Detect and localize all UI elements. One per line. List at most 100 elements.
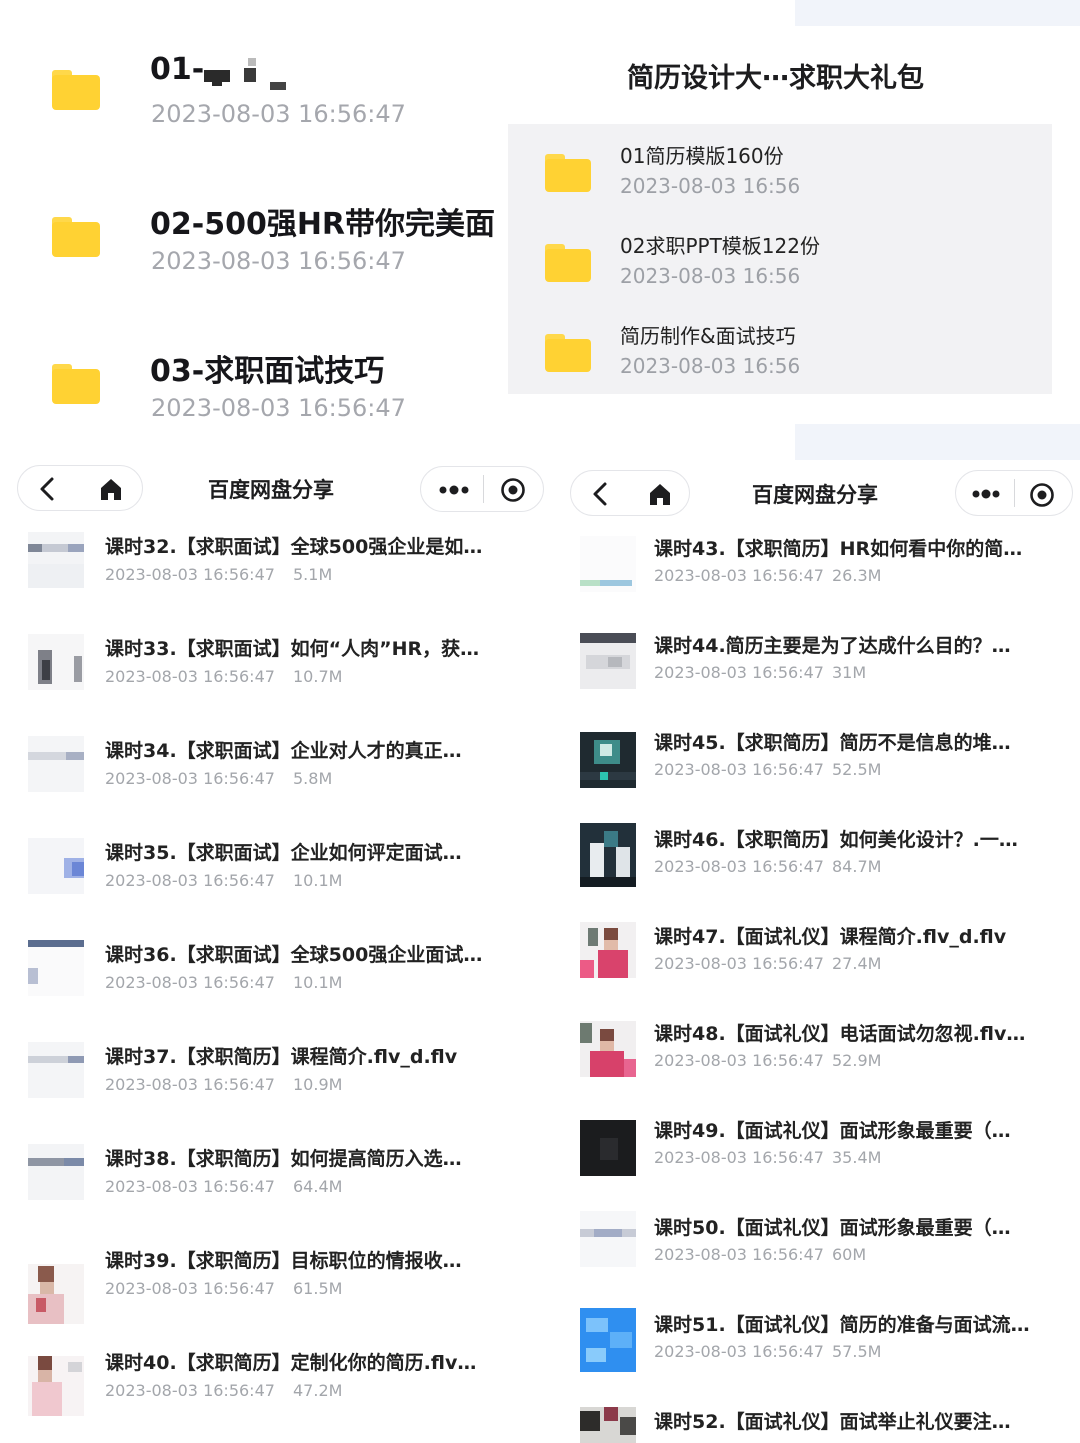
video-thumbnail (580, 633, 636, 689)
list-item[interactable]: 课时48.【面试礼仪】电话面试勿忽视.flv… 2023-08-03 16:56… (545, 1005, 1080, 1102)
file-name: 课时39.【求职简历】目标职位的情报收… (105, 1250, 462, 1272)
video-thumbnail (28, 940, 84, 996)
more-dots-icon[interactable] (970, 485, 1002, 503)
list-item[interactable]: 课时43.【求职简历】HR如何看中你的简… 2023-08-03 16:56:4… (545, 520, 1080, 617)
right-file-list: 课时43.【求职简历】HR如何看中你的简… 2023-08-03 16:56:4… (545, 520, 1080, 1443)
video-thumbnail (28, 634, 84, 690)
file-date: 2023-08-03 16:56:47 (105, 871, 275, 890)
file-date: 2023-08-03 16:56:47 (654, 663, 824, 682)
record-target-icon[interactable] (1029, 482, 1055, 508)
file-size: 52.9M (832, 1051, 882, 1070)
list-item[interactable]: 课时46.【求职简历】如何美化设计？.一… 2023-08-03 16:56:4… (545, 811, 1080, 908)
file-date: 2023-08-03 16:56:47 (654, 954, 824, 973)
list-item[interactable]: 课时44.简历主要是为了达成什么目的？… 2023-08-03 16:56:47… (545, 617, 1080, 714)
left-file-list: 课时32.【求职面试】全球500强企业是如… 2023-08-03 16:56:… (0, 520, 540, 1443)
list-item[interactable]: 课时33.【求职面试】如何“人肉”HR，获… 2023-08-03 16:56:… (0, 622, 540, 724)
list-item[interactable]: 课时52.【面试礼仪】面试举止礼仪要注… (545, 1393, 1080, 1443)
back-arrow-icon[interactable] (591, 481, 611, 507)
file-date: 2023-08-03 16:56:47 (654, 1245, 824, 1264)
file-name: 课时36.【求职面试】全球500强企业面试… (105, 944, 483, 966)
home-icon[interactable] (647, 481, 673, 507)
list-item[interactable]: 课时45.【求职简历】简历不是信息的堆… 2023-08-03 16:56:47… (545, 714, 1080, 811)
list-item[interactable]: 课时47.【面试礼仪】课程简介.flv_d.flv 2023-08-03 16:… (545, 908, 1080, 1005)
folder-name: 03-求职面试技巧 (150, 354, 385, 389)
file-size: 10.1M (293, 871, 343, 890)
folder-name: 01简历模版160份 (620, 144, 784, 168)
folder-date: 2023-08-03 16:56:47 (151, 394, 406, 422)
folder-icon (545, 334, 591, 372)
folder-icon (52, 364, 100, 404)
folder-icon (545, 154, 591, 192)
list-item[interactable]: 课时36.【求职面试】全球500强企业面试… 2023-08-03 16:56:… (0, 928, 540, 1030)
folder-date: 2023-08-03 16:56:47 (151, 100, 406, 128)
file-size: 5.1M (293, 565, 333, 584)
redacted-name-pixels (200, 58, 300, 98)
nav-title: 百度网盘分享 (208, 478, 334, 502)
video-thumbnail (28, 532, 84, 588)
video-thumbnail (580, 1120, 636, 1176)
file-date: 2023-08-03 16:56:47 (654, 857, 824, 876)
folder-row[interactable]: 03-求职面试技巧 2023-08-03 16:56:47 (0, 324, 505, 444)
file-name: 课时37.【求职简历】课程简介.flv_d.flv (105, 1046, 458, 1068)
nav-title: 百度网盘分享 (752, 483, 878, 507)
list-item[interactable]: 课时50.【面试礼仪】面试形象最重要（… 2023-08-03 16:56:47… (545, 1199, 1080, 1296)
folder-date: 2023-08-03 16:56 (620, 264, 801, 288)
video-thumbnail (28, 1264, 84, 1324)
file-date: 2023-08-03 16:56:47 (654, 1051, 824, 1070)
file-name: 课时49.【面试礼仪】面试形象最重要（… (654, 1120, 1011, 1142)
list-item[interactable]: 课时49.【面试礼仪】面试形象最重要（… 2023-08-03 16:56:47… (545, 1102, 1080, 1199)
nav-capsule-right (955, 470, 1073, 516)
list-item[interactable]: 课时34.【求职面试】企业对人才的真正… 2023-08-03 16:56:47… (0, 724, 540, 826)
video-thumbnail (28, 838, 84, 894)
file-size: 60M (832, 1245, 867, 1264)
file-date: 2023-08-03 16:56:47 (105, 1381, 275, 1400)
video-thumbnail (580, 1021, 636, 1077)
list-item[interactable]: 课时38.【求职简历】如何提高简历入选… 2023-08-03 16:56:47… (0, 1132, 540, 1234)
file-name: 课时52.【面试礼仪】面试举止礼仪要注… (654, 1411, 1011, 1433)
file-name: 课时32.【求职面试】全球500强企业是如… (105, 536, 483, 558)
list-item[interactable]: 课时40.【求职简历】定制化你的简历.flv… 2023-08-03 16:56… (0, 1336, 540, 1438)
list-item[interactable]: 课时32.【求职面试】全球500强企业是如… 2023-08-03 16:56:… (0, 520, 540, 622)
folder-date: 2023-08-03 16:56 (620, 354, 801, 378)
video-thumbnail (28, 736, 84, 792)
video-thumbnail (28, 1042, 84, 1098)
file-size: 31M (832, 663, 867, 682)
file-name: 课时38.【求职简历】如何提高简历入选… (105, 1148, 462, 1170)
list-item[interactable]: 课时39.【求职简历】目标职位的情报收… 2023-08-03 16:56:47… (0, 1234, 540, 1336)
file-size: 57.5M (832, 1342, 882, 1361)
file-size: 52.5M (832, 760, 882, 779)
folder-row[interactable]: 01简历模版160份 2023-08-03 16:56 (508, 130, 1052, 218)
folder-row[interactable]: 简历制作&面试技巧 2023-08-03 16:56 (508, 310, 1052, 398)
video-thumbnail (580, 536, 636, 592)
share-heading: 简历设计大⋯求职大礼包 (627, 63, 924, 94)
list-item[interactable]: 课时35.【求职面试】企业如何评定面试… 2023-08-03 16:56:47… (0, 826, 540, 928)
home-icon[interactable] (98, 476, 124, 502)
file-date: 2023-08-03 16:56:47 (654, 760, 824, 779)
more-dots-icon[interactable] (437, 481, 471, 499)
file-size: 5.8M (293, 769, 333, 788)
top-left-folder-list: 01- 2023-08-03 16:56:47 02-500强HR带你完美面 2… (0, 30, 505, 430)
folder-icon (545, 244, 591, 282)
file-size: 26.3M (832, 566, 882, 585)
folder-row[interactable]: 01- 2023-08-03 16:56:47 (0, 30, 505, 150)
folder-name: 01- (150, 52, 205, 87)
file-date: 2023-08-03 16:56:47 (654, 1148, 824, 1167)
file-date: 2023-08-03 16:56:47 (105, 565, 275, 584)
file-date: 2023-08-03 16:56:47 (105, 769, 275, 788)
file-name: 课时33.【求职面试】如何“人肉”HR，获… (105, 638, 480, 660)
list-item[interactable]: 课时37.【求职简历】课程简介.flv_d.flv 2023-08-03 16:… (0, 1030, 540, 1132)
file-name: 课时47.【面试礼仪】课程简介.flv_d.flv (654, 926, 1007, 948)
video-thumbnail (580, 1407, 636, 1443)
list-item[interactable]: 课时51.【面试礼仪】简历的准备与面试流… 2023-08-03 16:56:4… (545, 1296, 1080, 1393)
share-folder-panel: 01简历模版160份 2023-08-03 16:56 02求职PPT模板122… (508, 124, 1052, 394)
folder-row[interactable]: 02求职PPT模板122份 2023-08-03 16:56 (508, 220, 1052, 308)
capsule-divider (1014, 479, 1015, 507)
file-name: 课时48.【面试礼仪】电话面试勿忽视.flv… (654, 1023, 1026, 1045)
folder-row[interactable]: 02-500强HR带你完美面 2023-08-03 16:56:47 (0, 177, 505, 297)
nav-capsule-right (420, 466, 544, 512)
record-target-icon[interactable] (500, 477, 526, 503)
video-thumbnail (580, 732, 636, 788)
file-size: 61.5M (293, 1279, 343, 1298)
video-thumbnail (580, 1211, 636, 1267)
back-arrow-icon[interactable] (38, 476, 58, 502)
